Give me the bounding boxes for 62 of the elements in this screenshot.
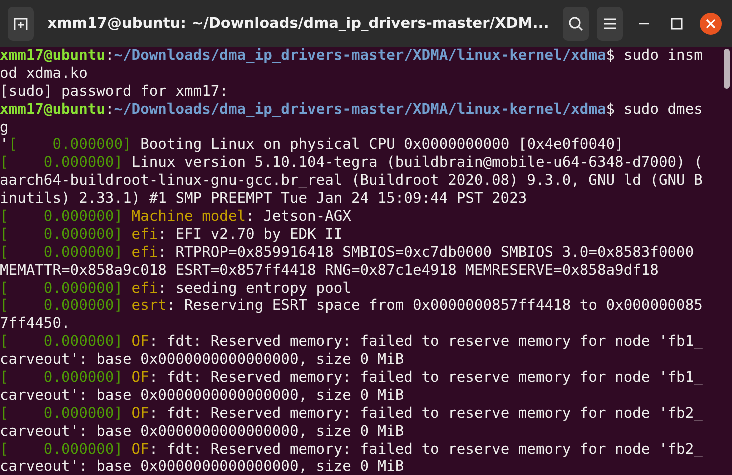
log-facility: efi bbox=[132, 226, 158, 243]
log-timestamp: [ 0.000000] bbox=[0, 154, 124, 172]
log-timestamp: [ 0.000000] bbox=[0, 226, 124, 243]
log-timestamp: [ 0.000000] bbox=[0, 208, 124, 226]
terminal-text: 7ff4450. bbox=[0, 315, 70, 332]
close-icon bbox=[706, 18, 716, 28]
prompt-user: xmm17@ubuntu bbox=[0, 47, 106, 64]
terminal-text: MEMATTR=0x858a9c018 ESRT=0x857ff4418 RNG=0x87c1e4918 MEMRESERVE=0x858a9df18 bbox=[0, 262, 659, 279]
terminal-text: g bbox=[0, 118, 9, 136]
log-timestamp: [ 0.000000] bbox=[0, 404, 124, 422]
log-timestamp: [ 0.000000] bbox=[8, 136, 132, 154]
terminal-text: : fdt: Reserved memory: failed to reserve memory for node 'fb2_ bbox=[149, 404, 703, 422]
prompt-path: ~/Downloads/dma_ip_drivers-master/XDMA/linux-kernel/xdma bbox=[114, 100, 606, 118]
terminal-text: : Jetson-AGX bbox=[246, 208, 352, 226]
terminal-text: carveout': base 0x0000000000000000, size 0 MiB bbox=[0, 458, 404, 475]
menu-icon bbox=[602, 18, 617, 30]
maximize-icon bbox=[671, 18, 684, 30]
terminal-text: inutils) 2.33.1) #1 SMP PREEMPT Tue Jan 24 15:09:44 PST 2023 bbox=[0, 190, 528, 208]
terminal-text: : EFI v2.70 by EDK II bbox=[158, 226, 343, 243]
new-tab-button[interactable] bbox=[8, 6, 34, 40]
prompt-path: ~/Downloads/dma_ip_drivers-master/XDMA/linux-kernel/xdma bbox=[114, 47, 606, 64]
terminal-text: ' bbox=[0, 136, 9, 154]
terminal-text: : Reserving ESRT space from 0x0000000857ff4418 to 0x000000085 bbox=[166, 297, 703, 314]
terminal-text: Booting Linux on physical CPU 0x0000000000 [0x4e0f0040] bbox=[140, 136, 624, 154]
terminal-text: : bbox=[105, 47, 114, 64]
search-button[interactable] bbox=[563, 6, 589, 40]
terminal-text: aarch64-buildroot-linux-gnu-gcc.br_real (Buildroot 2020.08) 9.3.0, GNU ld (GNU B bbox=[0, 172, 703, 190]
log-facility: OF bbox=[132, 404, 150, 422]
log-facility: Machine model bbox=[132, 208, 246, 226]
minimize-icon bbox=[638, 22, 650, 24]
log-facility: efi bbox=[132, 280, 158, 297]
log-timestamp: [ 0.000000] bbox=[0, 244, 124, 261]
terminal-text: Linux version 5.10.104-tegra (buildbrain@mobile-u64-6348-d7000) ( bbox=[130, 154, 703, 172]
terminal-text: : fdt: Reserved memory: failed to reserve memory for node 'fb1_ bbox=[149, 333, 703, 350]
menu-button[interactable] bbox=[597, 6, 623, 40]
log-timestamp: [ 0.000000] bbox=[0, 440, 124, 458]
log-facility: OF bbox=[132, 369, 150, 386]
terminal-text: [sudo] password for xmm17: bbox=[0, 82, 228, 100]
scrollbar-thumb[interactable] bbox=[724, 49, 730, 89]
window-title: xmm17@ubuntu: ~/Downloads/dma_ip_drivers-master/XDM... bbox=[46, 16, 550, 32]
log-facility: efi bbox=[132, 244, 158, 261]
log-facility: esrt bbox=[132, 297, 167, 314]
log-timestamp: [ 0.000000] bbox=[0, 369, 124, 386]
log-facility: OF bbox=[132, 440, 150, 458]
terminal-text: $ sudo insm bbox=[606, 47, 703, 64]
terminal-text: : fdt: Reserved memory: failed to reserve memory for node 'fb1_ bbox=[149, 369, 703, 386]
terminal-text: : seeding entropy pool bbox=[158, 280, 352, 297]
search-icon bbox=[568, 16, 584, 32]
terminal-text: : bbox=[105, 100, 114, 118]
terminal-text: carveout': base 0x0000000000000000, size 0 MiB bbox=[0, 422, 404, 440]
terminal-text: : RTPROP=0x859916418 SMBIOS=0xc7db0000 SMBIOS 3.0=0x8583f0000 bbox=[158, 244, 694, 261]
log-facility: OF bbox=[132, 333, 150, 350]
log-timestamp: [ 0.000000] bbox=[0, 280, 124, 297]
terminal-text: : fdt: Reserved memory: failed to reserve memory for node 'fb2_ bbox=[149, 440, 703, 458]
log-timestamp: [ 0.000000] bbox=[0, 297, 124, 314]
log-timestamp: [ 0.000000] bbox=[0, 333, 124, 350]
terminal-text: od xdma.ko bbox=[0, 64, 88, 82]
terminal-text: carveout': base 0x0000000000000000, size 0 MiB bbox=[0, 351, 404, 368]
terminal-text: $ sudo dmes bbox=[606, 100, 703, 118]
prompt-user: xmm17@ubuntu bbox=[0, 100, 106, 118]
new-tab-icon bbox=[12, 16, 29, 32]
terminal-text: carveout': base 0x0000000000000000, size 0 MiB bbox=[0, 386, 404, 404]
